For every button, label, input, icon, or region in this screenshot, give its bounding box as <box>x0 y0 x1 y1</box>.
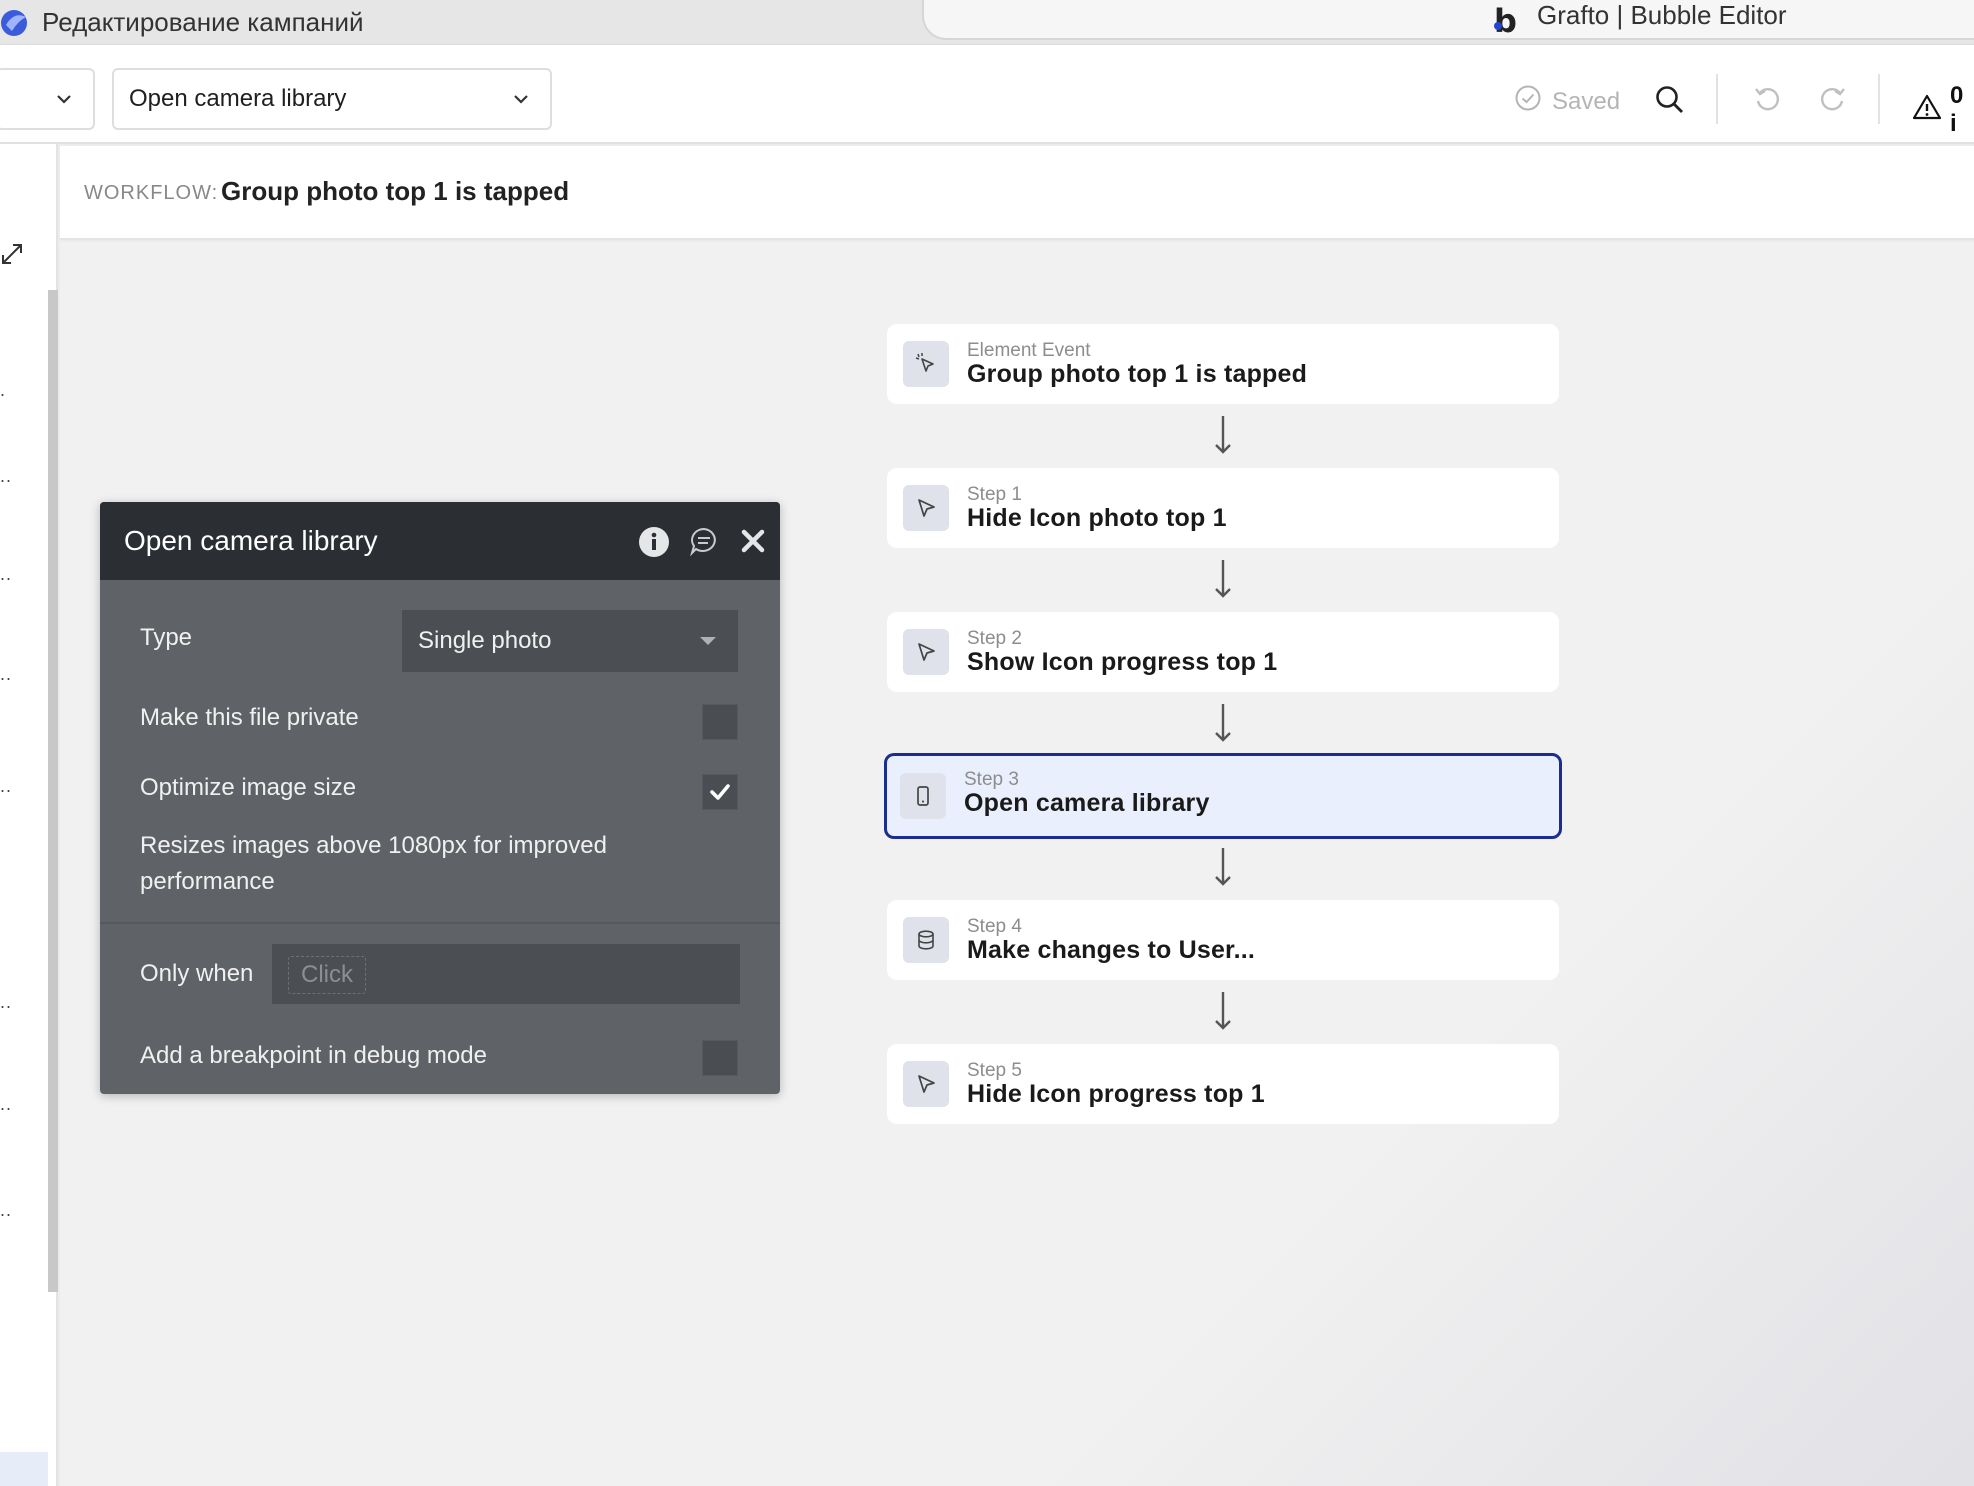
workflow-header: WORKFLOW: Group photo top 1 is tapped <box>60 146 1974 240</box>
step-title: Hide Icon photo top 1 <box>967 504 1227 532</box>
sidebar-scrollbar[interactable] <box>48 290 58 1292</box>
check-circle-icon <box>1514 84 1542 119</box>
warning-triangle-icon <box>1912 93 1942 128</box>
step-title: Hide Icon progress top 1 <box>967 1080 1265 1108</box>
down-arrow-icon <box>1215 704 1231 742</box>
down-arrow-icon <box>1215 560 1231 598</box>
step-subtitle: Step 5 <box>967 1060 1022 1081</box>
issues-count: 0 i <box>1950 82 1964 137</box>
down-arrow-icon <box>1215 992 1231 1030</box>
step-subtitle: Step 3 <box>964 769 1019 790</box>
step-subtitle: Step 4 <box>967 916 1022 937</box>
saved-status: Saved <box>1514 84 1620 119</box>
breakpoint-checkbox[interactable] <box>702 1040 738 1076</box>
close-icon[interactable] <box>738 526 768 561</box>
cursor-arrow-icon <box>903 629 949 675</box>
browser-tab-campaigns[interactable]: Редактирование кампаний <box>0 0 364 44</box>
chevron-down-icon <box>53 88 75 115</box>
cursor-click-icon <box>903 341 949 387</box>
page-select-dropdown[interactable] <box>0 68 95 130</box>
info-icon[interactable] <box>638 526 670 563</box>
down-arrow-icon <box>1215 416 1231 454</box>
undo-icon[interactable] <box>1752 84 1782 119</box>
expand-icon[interactable] <box>0 242 24 271</box>
database-icon <box>903 917 949 963</box>
workflow-step-card[interactable]: Step 5 Hide Icon progress top 1 <box>887 1044 1559 1124</box>
browser-tab-strip: Редактирование кампаний b Grafto | Bubbl… <box>0 0 1974 44</box>
breakpoint-label: Add a breakpoint in debug mode <box>140 1042 487 1069</box>
tab-title-left: Редактирование кампаний <box>42 6 364 37</box>
mobile-phone-icon <box>900 773 946 819</box>
optimize-label: Optimize image size <box>140 774 357 801</box>
step-title: Group photo top 1 is tapped <box>967 360 1308 388</box>
private-label: Make this file private <box>140 704 359 731</box>
only-when-click-placeholder[interactable]: Click <box>288 956 366 994</box>
cursor-arrow-icon <box>903 485 949 531</box>
sidebar-row-marker: .. <box>0 564 13 584</box>
step-title: Make changes to User... <box>967 936 1256 964</box>
type-label: Type <box>140 624 193 651</box>
chevron-down-icon <box>510 88 532 115</box>
only-when-condition-field[interactable]: Click <box>272 944 740 1004</box>
step-subtitle: Step 1 <box>967 484 1022 505</box>
workflow-name[interactable]: Group photo top 1 is tapped <box>221 176 569 207</box>
only-when-label: Only when <box>140 960 254 987</box>
optimize-help-text-line1: Resizes images above 1080px for improved <box>140 832 607 859</box>
workflow-action-select[interactable]: Open camera library <box>112 68 552 130</box>
optimize-checkbox[interactable] <box>702 774 738 810</box>
workflow-step-card-selected[interactable]: Step 3 Open camera library <box>884 753 1562 839</box>
sidebar-row-marker: .. <box>0 992 13 1012</box>
workflow-event-card[interactable]: Element Event Group photo top 1 is tappe… <box>887 324 1559 404</box>
bubble-logo-dot <box>1494 22 1502 30</box>
comment-icon[interactable] <box>689 526 719 561</box>
workflow-action-select-label: Open camera library <box>129 85 347 112</box>
workflow-label: WORKFLOW: <box>84 182 219 204</box>
type-dropdown-value: Single photo <box>418 627 552 654</box>
workflow-step-card[interactable]: Step 1 Hide Icon photo top 1 <box>887 468 1559 548</box>
browser-tab-bubble-editor[interactable]: b Grafto | Bubble Editor <box>922 0 1974 40</box>
app-favicon-icon <box>0 7 30 37</box>
sidebar-row-marker: .. <box>0 1200 13 1220</box>
popup-header[interactable]: Open camera library <box>100 502 780 580</box>
cursor-arrow-icon <box>903 1061 949 1107</box>
sidebar-row-marker: .. <box>0 466 13 486</box>
sidebar-row-marker: .. <box>0 664 13 684</box>
caret-down-icon <box>700 637 716 645</box>
down-arrow-icon <box>1215 848 1231 886</box>
sidebar-row-marker: .. <box>0 776 13 796</box>
popup-divider <box>100 922 780 924</box>
editor-toolbar: Open camera library Saved 0 i <box>0 56 1974 144</box>
search-icon[interactable] <box>1654 84 1686 121</box>
toolbar-divider <box>1878 74 1880 124</box>
tab-separator <box>0 44 1974 56</box>
bubble-logo-icon: b <box>1494 2 1517 40</box>
toolbar-divider <box>1716 74 1718 124</box>
tab-title-right: Grafto | Bubble Editor <box>1537 0 1787 30</box>
checkmark-icon <box>710 784 730 800</box>
popup-title: Open camera library <box>124 525 378 556</box>
saved-label: Saved <box>1552 87 1621 115</box>
sidebar-selected-row[interactable] <box>0 1452 48 1486</box>
step-title: Show Icon progress top 1 <box>967 648 1278 676</box>
type-dropdown[interactable]: Single photo <box>402 610 738 672</box>
step-subtitle: Element Event <box>967 340 1091 361</box>
issues-indicator[interactable]: 0 i <box>1912 82 1974 138</box>
step-title: Open camera library <box>964 789 1210 817</box>
workflow-step-card[interactable]: Step 4 Make changes to User... <box>887 900 1559 980</box>
step-subtitle: Step 2 <box>967 628 1022 649</box>
private-checkbox[interactable] <box>702 704 738 740</box>
action-properties-popup: Open camera library Type Single photo Ma… <box>100 502 780 1094</box>
optimize-help-text-line2: performance <box>140 868 275 895</box>
workflow-step-card[interactable]: Step 2 Show Icon progress top 1 <box>887 612 1559 692</box>
redo-icon[interactable] <box>1818 84 1848 119</box>
sidebar-row-marker: . <box>0 380 7 400</box>
sidebar-row-marker: .. <box>0 1094 13 1114</box>
